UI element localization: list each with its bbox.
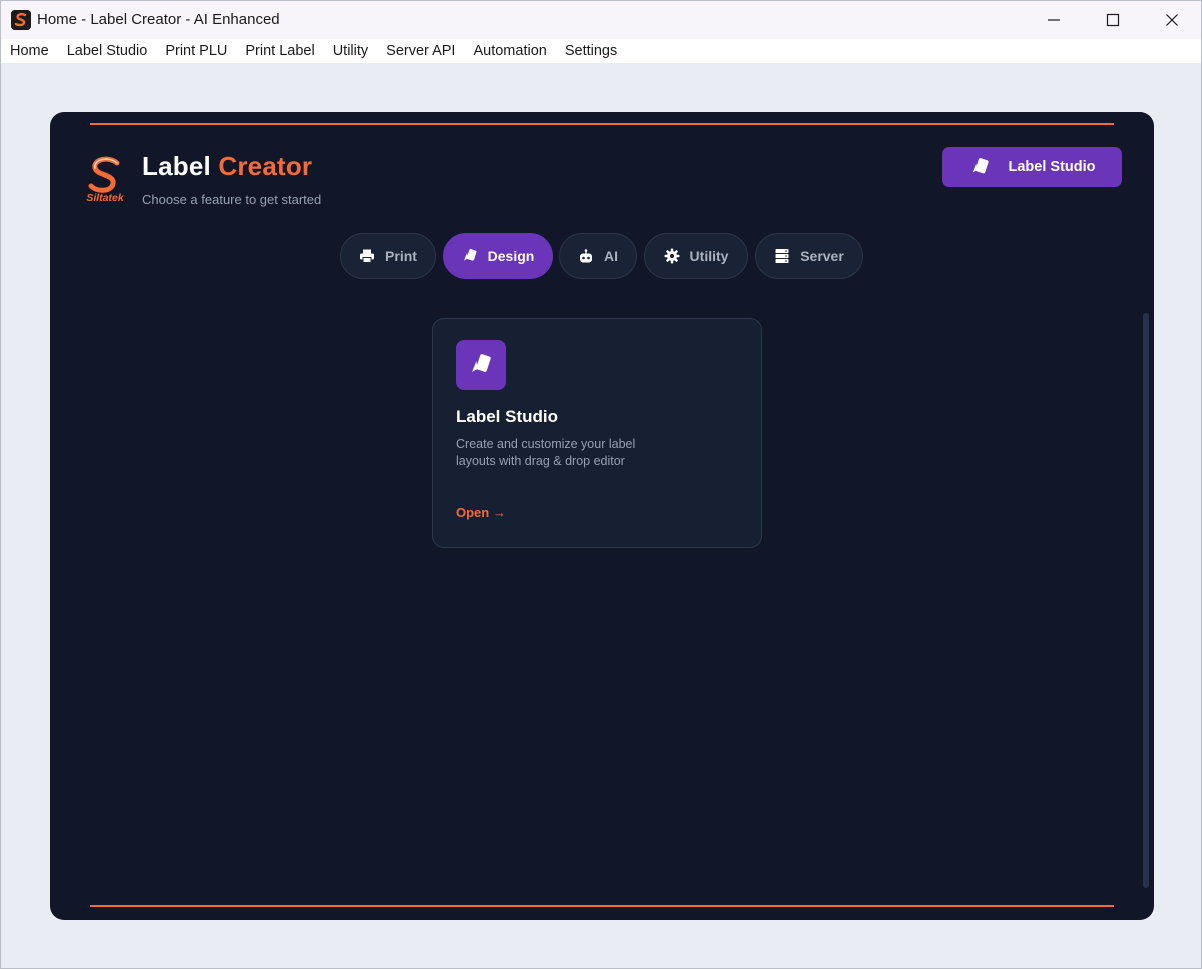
category-tabs: Print Design AI Utility Server bbox=[50, 233, 1154, 279]
server-icon bbox=[775, 249, 789, 263]
page-title: Label Creator bbox=[142, 151, 312, 182]
menu-item-label-studio[interactable]: Label Studio bbox=[67, 39, 148, 63]
tab-utility-label: Utility bbox=[689, 248, 729, 264]
printer-icon bbox=[360, 249, 375, 263]
siltatek-logo: Siltatek bbox=[81, 154, 129, 204]
tab-design[interactable]: Design bbox=[443, 233, 553, 279]
menu-item-settings[interactable]: Settings bbox=[565, 39, 617, 63]
tab-server[interactable]: Server bbox=[755, 233, 863, 279]
cards-icon bbox=[463, 249, 477, 261]
card-description: Create and customize your label layouts … bbox=[456, 437, 636, 468]
title-bar: Home - Label Creator - AI Enhanced bbox=[1, 1, 1201, 39]
title-main: Label bbox=[142, 151, 211, 181]
page-subtitle: Choose a feature to get started bbox=[142, 192, 322, 207]
scrollbar-thumb[interactable] bbox=[1143, 313, 1149, 888]
close-icon[interactable] bbox=[1143, 1, 1201, 39]
window-title: Home - Label Creator - AI Enhanced bbox=[37, 11, 280, 28]
label-studio-button-label: Label Studio bbox=[1008, 159, 1096, 175]
gear-icon bbox=[664, 248, 680, 264]
card-open-link[interactable]: Open → bbox=[456, 505, 506, 520]
tab-print-label: Print bbox=[385, 248, 417, 264]
title-accent: Creator bbox=[218, 151, 313, 181]
app-logo-icon bbox=[11, 10, 31, 30]
tab-ai-label: AI bbox=[604, 248, 618, 264]
tab-design-label: Design bbox=[487, 248, 535, 264]
tab-ai[interactable]: AI bbox=[559, 233, 637, 279]
robot-icon bbox=[580, 249, 592, 263]
scrollbar[interactable] bbox=[1141, 303, 1151, 888]
accent-divider-bottom bbox=[90, 905, 1114, 907]
menu-item-print-plu[interactable]: Print PLU bbox=[165, 39, 227, 63]
maximize-icon[interactable] bbox=[1084, 1, 1142, 39]
tab-utility[interactable]: Utility bbox=[644, 233, 748, 279]
accent-divider-top bbox=[90, 123, 1114, 125]
feature-card-label-studio[interactable]: Label Studio Create and customize your l… bbox=[432, 318, 762, 548]
menu-item-automation[interactable]: Automation bbox=[473, 39, 546, 63]
tab-print[interactable]: Print bbox=[340, 233, 436, 279]
menu-item-server-api[interactable]: Server API bbox=[386, 39, 455, 63]
card-title: Label Studio bbox=[456, 407, 558, 426]
menu-item-print-label[interactable]: Print Label bbox=[245, 39, 314, 63]
menu-bar: Home Label Studio Print PLU Print Label … bbox=[1, 39, 1201, 63]
svg-text:Siltatek: Siltatek bbox=[86, 192, 125, 204]
tab-server-label: Server bbox=[800, 248, 844, 264]
label-studio-button[interactable]: Label Studio bbox=[942, 147, 1122, 187]
app-window: Home - Label Creator - AI Enhanced Home … bbox=[0, 0, 1202, 969]
minimize-icon[interactable] bbox=[1025, 1, 1083, 39]
menu-item-utility[interactable]: Utility bbox=[333, 39, 368, 63]
home-panel: Siltatek Label Creator Choose a feature … bbox=[50, 112, 1154, 920]
cards-icon bbox=[456, 340, 506, 390]
cards-icon bbox=[972, 158, 989, 174]
menu-item-home[interactable]: Home bbox=[10, 39, 49, 63]
